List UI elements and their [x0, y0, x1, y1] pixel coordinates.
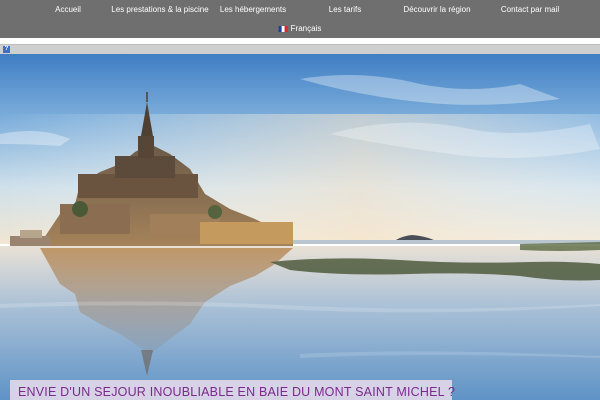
language-selector[interactable]: Français: [278, 24, 322, 33]
nav-item-tarifs[interactable]: Les tarifs: [329, 5, 361, 14]
nav-item-prestations[interactable]: Les prestations & la piscine: [111, 5, 208, 14]
banner-headline: ENVIE D'UN SEJOUR INOUBLIABLE EN BAIE DU…: [18, 385, 456, 399]
language-label: Français: [290, 24, 322, 33]
nav-menu: Accueil Les prestations & la piscine Les…: [0, 0, 600, 20]
nav-item-contact[interactable]: Contact par mail: [501, 5, 559, 14]
nav-item-accueil[interactable]: Accueil: [55, 5, 81, 14]
help-icon[interactable]: ?: [3, 46, 10, 53]
nav-item-region[interactable]: Découvrir la région: [403, 5, 470, 14]
top-navigation: Accueil Les prestations & la piscine Les…: [0, 0, 600, 38]
toolbar-strip: ?: [0, 44, 600, 54]
hero-image: [0, 54, 600, 400]
nav-item-hebergements[interactable]: Les hébergements: [220, 5, 286, 14]
french-flag-icon: [278, 25, 288, 32]
hero-banner: ENVIE D'UN SEJOUR INOUBLIABLE EN BAIE DU…: [10, 380, 456, 400]
mont-saint-michel-photo: [0, 54, 600, 400]
